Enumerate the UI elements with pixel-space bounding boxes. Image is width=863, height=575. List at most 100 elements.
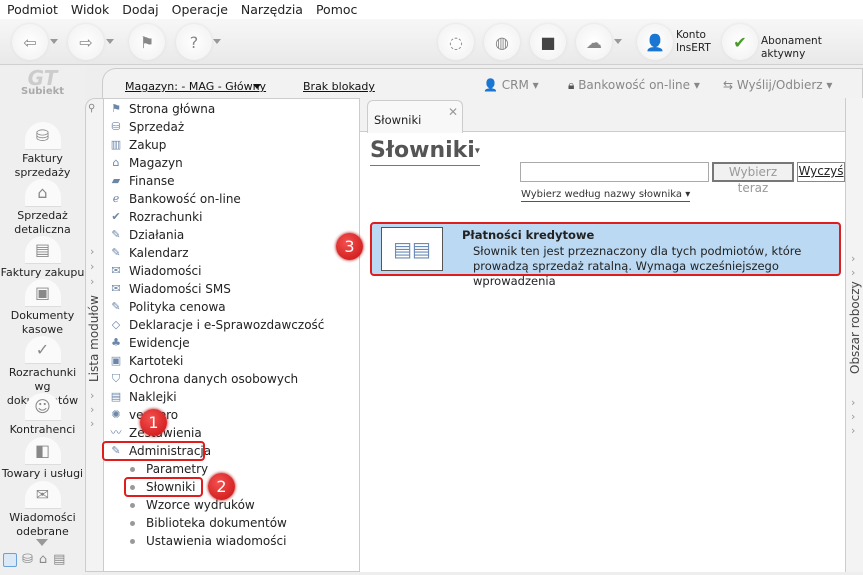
chevron-right-icon[interactable]: ›	[851, 280, 855, 293]
settlements-check-icon: ✓	[24, 336, 61, 364]
nav-sprzedaz-detaliczna[interactable]: ⌂ Sprzedaż detaliczna	[0, 179, 85, 237]
card-title: Płatności kredytowe	[462, 228, 595, 242]
tab-slowniki[interactable]: Słowniki ✕	[367, 100, 463, 133]
nav-kontrahenci[interactable]: ☺ Kontrahenci	[0, 393, 85, 437]
loading-icon[interactable]: ◌	[438, 24, 474, 60]
dictionary-card[interactable]: ▤▤ Płatności kredytowe Słownik ten jest …	[370, 222, 841, 288]
select-by-name-dropdown[interactable]: Wybierz według nazwy słownika ▾	[521, 189, 691, 202]
module-item[interactable]: ✔ Rozrachunki	[105, 208, 202, 226]
submodule-label: Parametry	[146, 462, 209, 476]
module-icon: ♣	[111, 336, 121, 349]
clear-button[interactable]: Wyczyś	[797, 162, 845, 182]
scroll-down-icon[interactable]	[36, 539, 48, 546]
pin-icon[interactable]: ⚲	[88, 103, 95, 114]
menu-narzedzia[interactable]: Narzędzia	[234, 0, 309, 19]
chevron-down-icon	[253, 84, 261, 89]
module-item[interactable]: ✎ Działania	[105, 226, 184, 244]
submodule-item[interactable]: Parametry	[130, 460, 208, 478]
insert-account-icon[interactable]: 👤	[637, 24, 673, 60]
nav-wiadomosci[interactable]: ✉ Wiadomości odebrane	[0, 481, 85, 539]
subiekt-logo: GT Subiekt	[20, 66, 65, 97]
nav-dokumenty-kasowe[interactable]: ▣ Dokumenty kasowe	[0, 279, 85, 337]
shield-check-icon[interactable]: ✔	[722, 24, 758, 60]
page-title[interactable]: Słowniki▾	[370, 138, 480, 166]
cube-icon[interactable]: ■	[530, 24, 566, 60]
invoice-coins-icon: ⛁	[24, 122, 61, 150]
konto-insert-label[interactable]: Konto InsERT	[676, 29, 711, 55]
module-item[interactable]: ⛁ Sprzedaż	[105, 118, 184, 136]
chevron-right-icon[interactable]: ›	[851, 424, 855, 437]
submodule-item[interactable]: Biblioteka dokumentów	[130, 514, 287, 532]
module-item[interactable]: ◇ Deklaracje i e-Sprawozdawczość	[105, 316, 325, 334]
flag-icon[interactable]: ⚑	[129, 24, 165, 60]
chevron-right-icon[interactable]: ›	[851, 396, 855, 409]
module-item[interactable]: ⌂ Magazyn	[105, 154, 183, 172]
module-item[interactable]: ✉ Wiadomości SMS	[105, 280, 230, 298]
module-item[interactable]: ✎ Kalendarz	[105, 244, 189, 262]
menu-pomoc[interactable]: Pomoc	[309, 0, 363, 19]
chevron-right-icon[interactable]: ›	[851, 266, 855, 279]
chevron-right-icon[interactable]: ›	[851, 252, 855, 265]
select-now-button[interactable]: Wybierz teraz	[712, 162, 794, 195]
blokada-link[interactable]: Brak blokady	[303, 80, 375, 93]
chevron-right-icon[interactable]: ›	[90, 417, 94, 430]
workspace-label: Obszar roboczy	[848, 281, 862, 374]
chevron-right-icon[interactable]: ›	[90, 403, 94, 416]
lock-icon: 🔒︎	[568, 78, 579, 92]
globe-icon[interactable]: ◍	[484, 24, 520, 60]
person-icon: ☺	[24, 393, 61, 421]
crm-menu[interactable]: 👤 CRM ▾	[483, 78, 539, 92]
back-arrow-icon[interactable]: ⇦	[12, 24, 48, 60]
module-item[interactable]: ♣ Ewidencje	[105, 334, 190, 352]
chevron-right-icon[interactable]: ›	[90, 275, 94, 288]
bullet-icon	[130, 538, 135, 544]
module-label: Ochrona danych osobowych	[129, 372, 299, 386]
abonament-label[interactable]: Abonament aktywny	[761, 35, 863, 61]
module-item[interactable]: ⛉ Ochrona danych osobowych	[105, 370, 298, 388]
menu-dodaj[interactable]: Dodaj	[115, 0, 164, 19]
module-item[interactable]: ℯ Bankowość on-line	[105, 190, 241, 208]
submodule-label: Wzorce wydruków	[146, 498, 255, 512]
menu-widok[interactable]: Widok	[64, 0, 115, 19]
submodule-item[interactable]: Ustawienia wiadomości	[130, 532, 286, 550]
module-label: Magazyn	[129, 156, 183, 170]
chevron-right-icon[interactable]: ›	[90, 245, 94, 258]
bank-menu[interactable]: 🔒︎ Bankowość on-line ▾	[568, 78, 700, 93]
module-item[interactable]: ✉ Wiadomości	[105, 262, 201, 280]
chevron-right-icon[interactable]: ›	[851, 410, 855, 423]
send-receive-menu[interactable]: ⇆ Wyślij/Odbierz ▾	[723, 78, 832, 92]
cash-register-icon: ▣	[24, 279, 61, 307]
module-item[interactable]: ▣ Kartoteki	[105, 352, 184, 370]
module-item[interactable]: ⚑ Strona główna	[105, 100, 215, 118]
menu-operacje[interactable]: Operacje	[165, 0, 234, 19]
nav-faktury-zakupu[interactable]: ▤ Faktury zakupu	[0, 236, 85, 280]
view-switch-icons[interactable]: ⛁⌂▤	[22, 552, 71, 567]
menu-podmiot[interactable]: Podmiot	[0, 0, 64, 19]
module-list-strip[interactable]: ⚲ Lista modułów › › › › › ›	[85, 98, 104, 572]
help-icon[interactable]: ?	[176, 24, 212, 60]
module-label: Finanse	[129, 174, 175, 188]
module-label: Sprzedaż	[129, 120, 185, 134]
module-list: ⚑ Strona główna ⛁ Sprzedaż ▥ Zakup ⌂ Magazyn ▰ Fi…	[103, 98, 360, 572]
search-input[interactable]	[520, 162, 709, 182]
chevron-right-icon[interactable]: ›	[90, 389, 94, 402]
submodule-item[interactable]: Wzorce wydruków	[130, 496, 255, 514]
step-badge-1: 1	[140, 409, 167, 436]
forward-arrow-icon[interactable]: ⇨	[68, 24, 104, 60]
submodule-label: Biblioteka dokumentów	[146, 516, 287, 530]
module-item[interactable]: ▤ Naklejki	[105, 388, 177, 406]
module-item[interactable]: ✎ Polityka cenowa	[105, 298, 226, 316]
magazyn-selector[interactable]: Magazyn: - MAG - Główny	[125, 80, 266, 93]
close-icon[interactable]: ✕	[448, 105, 458, 119]
module-label: Polityka cenowa	[129, 300, 226, 314]
nav-faktury-sprzedazy[interactable]: ⛁ Faktury sprzedaży	[0, 122, 85, 180]
view-circle-icon[interactable]	[3, 553, 17, 567]
module-item[interactable]: ▥ Zakup	[105, 136, 167, 154]
cloud-database-icon[interactable]: ☁	[576, 24, 612, 60]
module-label: Kalendarz	[129, 246, 189, 260]
chevron-right-icon[interactable]: ›	[90, 260, 94, 273]
module-label: Wiadomości	[129, 264, 202, 278]
workspace-strip[interactable]: Obszar roboczy › › › › › ›	[845, 98, 863, 572]
module-item[interactable]: ▰ Finanse	[105, 172, 175, 190]
nav-towary[interactable]: ◧ Towary i usługi	[0, 437, 85, 481]
